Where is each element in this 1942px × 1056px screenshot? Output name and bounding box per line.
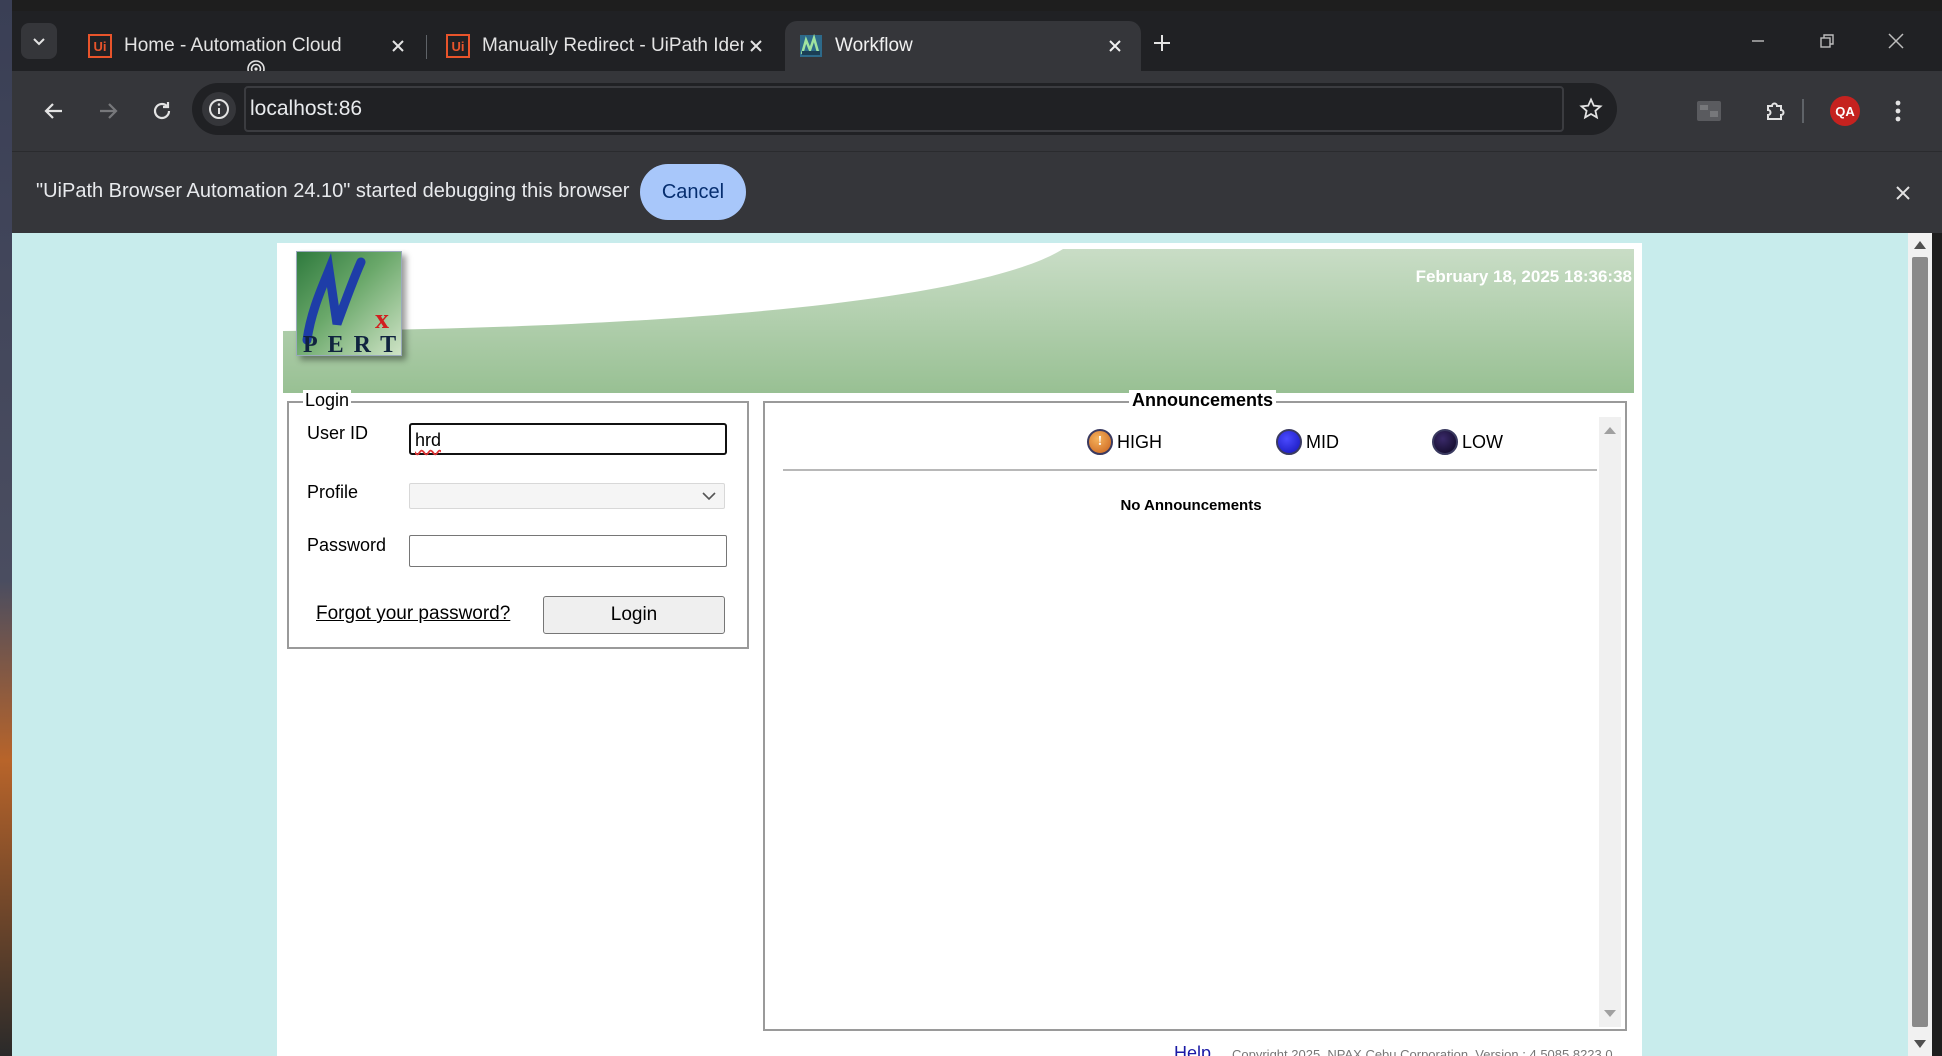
browser-toolbar: localhost:86 QA — [12, 71, 1942, 151]
user-id-label: User ID — [307, 423, 369, 443]
priority-low: LOW — [1432, 429, 1503, 455]
close-icon — [1888, 33, 1904, 49]
menu-button[interactable] — [1878, 91, 1918, 131]
forward-arrow-icon — [100, 103, 118, 119]
new-tab-button[interactable] — [1146, 27, 1178, 59]
minimize-button[interactable] — [1738, 23, 1778, 59]
announcements-divider — [783, 469, 1597, 471]
tab-title: Home - Automation Cloud — [124, 35, 342, 56]
avatar: QA — [1830, 96, 1860, 126]
minimize-icon — [1752, 40, 1764, 42]
scrollbar-thumb[interactable] — [1912, 257, 1928, 1027]
scroll-down-arrow[interactable] — [1914, 1040, 1926, 1048]
tab-manually-redirect[interactable]: Ui Manually Redirect - UiPath Identity — [432, 21, 782, 71]
no-announcements-text: No Announcements — [1120, 497, 1262, 514]
infobar-message: "UiPath Browser Automation 24.10" starte… — [36, 180, 630, 202]
debugging-infobar: "UiPath Browser Automation 24.10" starte… — [12, 151, 1942, 233]
logo-x: x — [375, 304, 389, 335]
page-container: x PERT February 18, 2025 18:36:38 Login … — [277, 243, 1642, 1056]
login-panel: Login User ID hrd Profile Password Forgo… — [287, 390, 749, 649]
forward-button[interactable] — [88, 91, 128, 131]
tab-strip: Ui Home - Automation Cloud Ui Manually R… — [12, 11, 1942, 78]
url-text[interactable]: localhost:86 — [244, 86, 1564, 132]
restore-icon — [1820, 34, 1834, 48]
site-info-button[interactable] — [202, 92, 236, 126]
priority-high-label: HIGH — [1117, 431, 1162, 452]
close-tab-icon[interactable] — [1103, 34, 1127, 58]
current-datetime: February 18, 2025 18:36:38 — [1415, 267, 1632, 286]
tab-title: Manually Redirect - UiPath Identity — [482, 35, 744, 56]
selenium-extension-button[interactable] — [1689, 91, 1729, 131]
address-bar[interactable]: localhost:86 — [192, 83, 1617, 135]
profile-button[interactable]: QA — [1825, 91, 1865, 131]
header-banner: x PERT February 18, 2025 18:36:38 — [283, 249, 1634, 393]
scroll-up-arrow[interactable] — [1604, 427, 1616, 434]
announcements-panel: Announcements ! HIGH MID LOW No Announce… — [763, 390, 1627, 1031]
profile-label: Profile — [307, 482, 359, 502]
chevron-down-icon — [33, 38, 45, 46]
mid-priority-icon — [1276, 429, 1302, 455]
toolbar-separator — [1802, 99, 1804, 123]
page-scrollbar[interactable] — [1908, 233, 1932, 1056]
user-id-input[interactable]: hrd — [409, 423, 727, 455]
close-icon — [1896, 186, 1910, 200]
help-link[interactable]: Help — [1174, 1043, 1211, 1056]
announcements-scrollbar[interactable] — [1599, 417, 1621, 1027]
close-tab-icon[interactable] — [744, 34, 768, 58]
star-icon — [1579, 97, 1603, 120]
user-id-value: hrd — [415, 430, 442, 450]
tab-title: Workflow — [835, 35, 913, 56]
cancel-debugging-button[interactable]: Cancel — [640, 164, 746, 220]
tab-separator — [426, 35, 427, 59]
low-priority-icon — [1432, 429, 1458, 455]
forgot-password-link[interactable]: Forgot your password? — [316, 603, 510, 625]
logo-letters: PERT — [303, 332, 402, 356]
desktop-background — [0, 0, 12, 1056]
puzzle-icon — [1767, 102, 1785, 120]
info-icon — [209, 99, 229, 119]
workflow-icon — [800, 34, 822, 57]
browser-window: Ui Home - Automation Cloud Ui Manually R… — [12, 11, 1942, 1056]
close-window-button[interactable] — [1876, 23, 1916, 59]
back-button[interactable] — [34, 91, 74, 131]
kebab-menu-icon — [1895, 100, 1901, 122]
priority-mid: MID — [1276, 429, 1339, 455]
copyright-text: Copyright 2025. NPAX Cebu Corporation. V… — [1232, 1047, 1613, 1056]
tab-workflow[interactable]: Workflow — [785, 21, 1141, 71]
priority-mid-label: MID — [1306, 431, 1339, 452]
extensions-button[interactable] — [1756, 91, 1796, 131]
uipath-icon: Ui — [88, 34, 112, 58]
uipath-icon: Ui — [446, 34, 470, 58]
high-priority-icon: ! — [1087, 429, 1113, 455]
priority-low-label: LOW — [1462, 431, 1504, 452]
password-input[interactable] — [409, 535, 727, 567]
chevron-down-icon — [702, 492, 716, 501]
tab-search-button[interactable] — [21, 23, 57, 59]
bookmark-button[interactable] — [1577, 95, 1605, 123]
reload-icon — [153, 102, 171, 120]
login-legend: Login — [303, 390, 352, 411]
window-edge — [1932, 233, 1942, 1056]
restore-button[interactable] — [1807, 23, 1847, 59]
scroll-down-arrow[interactable] — [1604, 1010, 1616, 1017]
profile-select[interactable] — [409, 483, 725, 509]
page-viewport: x PERT February 18, 2025 18:36:38 Login … — [12, 233, 1908, 1056]
plus-icon — [1154, 35, 1170, 51]
priority-high: ! HIGH — [1087, 429, 1162, 455]
announcements-legend: Announcements — [1129, 390, 1277, 411]
close-infobar-button[interactable] — [1888, 178, 1918, 208]
close-tab-icon[interactable] — [386, 34, 410, 58]
reload-button[interactable] — [142, 91, 182, 131]
scroll-up-arrow[interactable] — [1914, 241, 1926, 249]
password-label: Password — [307, 535, 387, 555]
back-arrow-icon — [44, 103, 62, 119]
login-button[interactable]: Login — [543, 596, 725, 634]
nxpert-logo: x PERT — [296, 251, 402, 356]
extension-app-icon — [1697, 101, 1721, 121]
